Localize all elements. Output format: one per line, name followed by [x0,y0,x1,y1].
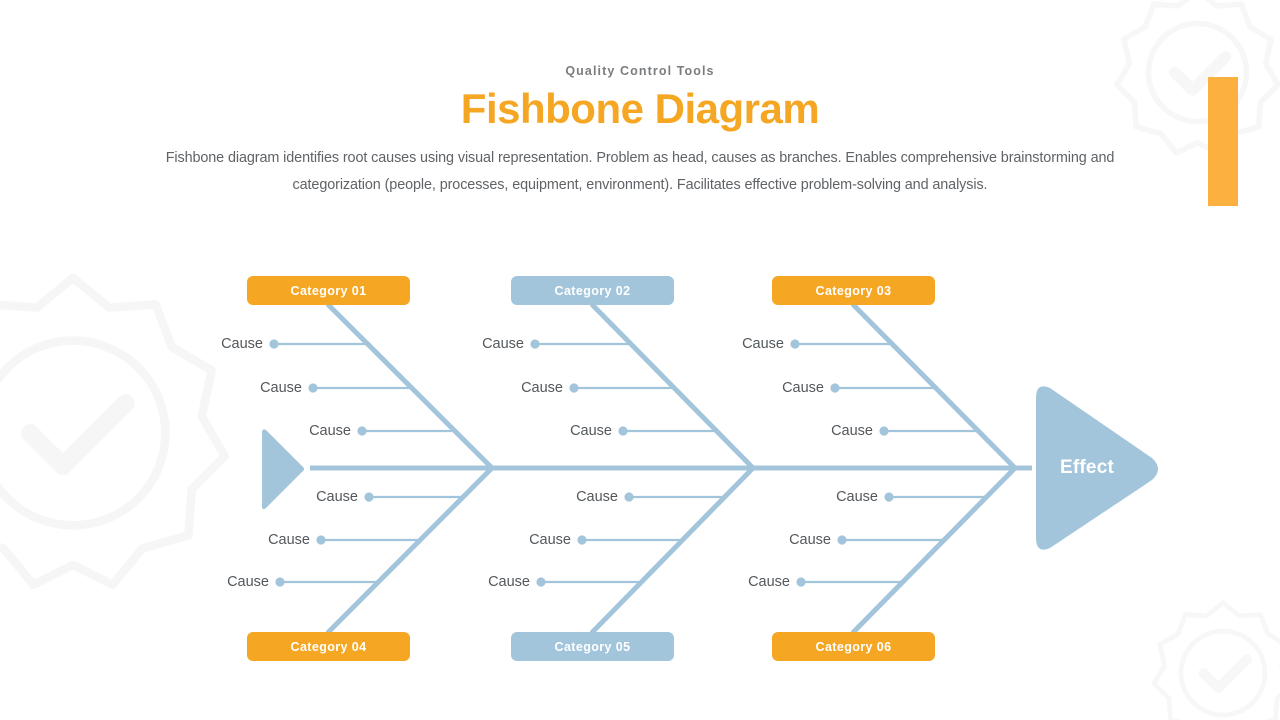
cause-label[interactable]: Cause [748,573,790,591]
effect-label[interactable]: Effect [1060,457,1114,479]
cause-label[interactable]: Cause [521,379,563,397]
cause-label[interactable]: Cause [570,422,612,440]
cause-label[interactable]: Cause [221,335,263,353]
category-chip-04[interactable]: Category 04 [247,632,410,661]
cause-label[interactable]: Cause [260,379,302,397]
category-chip-05[interactable]: Category 05 [511,632,674,661]
category-chip-06[interactable]: Category 06 [772,632,935,661]
fishbone-skeleton [262,302,1158,635]
category-chip-01[interactable]: Category 01 [247,276,410,305]
cause-label[interactable]: Cause [482,335,524,353]
slide-canvas: Quality Control Tools Fishbone Diagram F… [0,0,1280,720]
cause-label[interactable]: Cause [782,379,824,397]
cause-label[interactable]: Cause [789,531,831,549]
cause-label[interactable]: Cause [227,573,269,591]
cause-label[interactable]: Cause [268,531,310,549]
cause-label[interactable]: Cause [836,488,878,506]
category-chip-02[interactable]: Category 02 [511,276,674,305]
category-chip-03[interactable]: Category 03 [772,276,935,305]
cause-label[interactable]: Cause [488,573,530,591]
cause-label[interactable]: Cause [742,335,784,353]
cause-label[interactable]: Cause [529,531,571,549]
cause-label[interactable]: Cause [316,488,358,506]
cause-label[interactable]: Cause [831,422,873,440]
cause-label[interactable]: Cause [309,422,351,440]
cause-label[interactable]: Cause [576,488,618,506]
